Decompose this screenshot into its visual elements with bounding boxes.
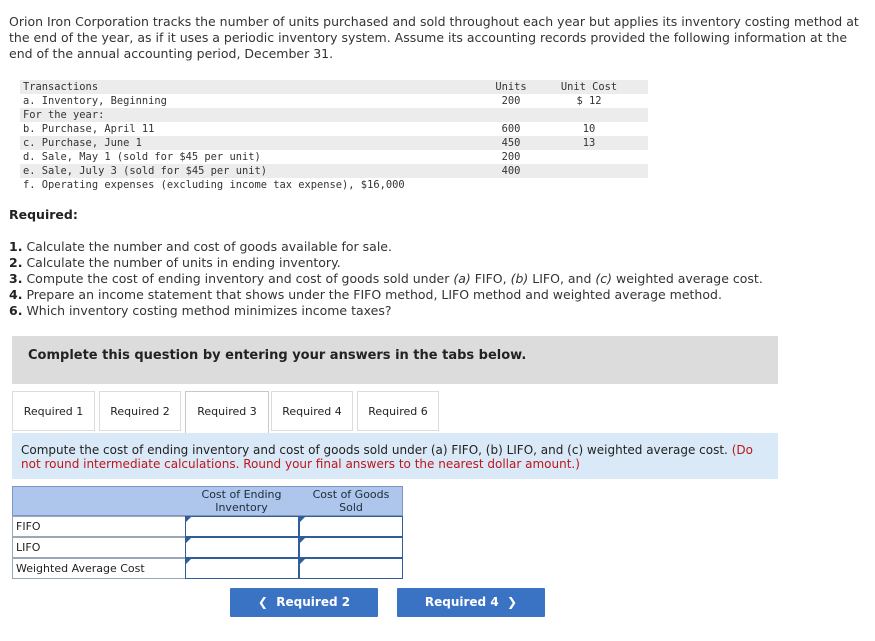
transaction-row: d. Sale, May 1 (sold for $45 per unit) 2… bbox=[20, 150, 648, 164]
transaction-units: 200 bbox=[501, 151, 521, 163]
col-cost-ending-inventory: Cost of Ending Inventory bbox=[201, 488, 282, 514]
row-label: Weighted Average Cost bbox=[16, 562, 145, 575]
tab-instruction: Compute the cost of ending inventory and… bbox=[21, 443, 773, 471]
transaction-row: f. Operating expenses (excluding income … bbox=[20, 178, 648, 192]
row-label: LIFO bbox=[16, 541, 41, 554]
transaction-cost: 10 bbox=[582, 123, 596, 135]
required-num: 3. bbox=[9, 271, 23, 286]
required-text: Compute the cost of ending inventory and… bbox=[26, 271, 454, 286]
required-item: 4. Prepare an income statement that show… bbox=[9, 287, 763, 303]
tab-required-6[interactable]: Required 6 bbox=[357, 391, 439, 431]
required-num: 2. bbox=[9, 255, 23, 270]
required-num: 6. bbox=[9, 303, 23, 318]
transaction-row: b. Purchase, April 11 600 10 bbox=[20, 122, 648, 136]
required-num: 1. bbox=[9, 239, 23, 254]
transaction-units: 400 bbox=[501, 165, 521, 177]
required-item: 2. Calculate the number of units in endi… bbox=[9, 255, 763, 271]
lifo-cogs-input[interactable] bbox=[299, 537, 403, 558]
lifo-ending-inventory-input[interactable] bbox=[185, 537, 299, 558]
col-cost-goods-sold: Cost of Goods Sold bbox=[312, 488, 390, 514]
transaction-desc: c. Purchase, June 1 bbox=[23, 137, 142, 149]
tab-required-2[interactable]: Required 2 bbox=[99, 391, 181, 431]
next-button[interactable]: Required 4 ❯ bbox=[397, 588, 545, 617]
required-text: Calculate the number and cost of goods a… bbox=[26, 239, 392, 254]
transaction-row: e. Sale, July 3 (sold for $45 per unit) … bbox=[20, 164, 648, 178]
next-button-label: Required 4 bbox=[424, 595, 499, 609]
weighted-cogs-input[interactable] bbox=[299, 558, 403, 579]
transactions-table: Transactions Units Unit Cost a. Inventor… bbox=[20, 80, 648, 192]
unit-cost-header: Unit Cost bbox=[560, 81, 618, 93]
row-label: FIFO bbox=[16, 520, 41, 533]
instructions-banner: Complete this question by entering your … bbox=[12, 336, 778, 384]
transaction-desc: f. Operating expenses (excluding income … bbox=[23, 179, 405, 191]
required-text: Prepare an income statement that shows u… bbox=[26, 287, 722, 302]
transaction-row: For the year: bbox=[20, 108, 648, 122]
required-list: 1. Calculate the number and cost of good… bbox=[9, 239, 763, 319]
transaction-row: c. Purchase, June 1 450 13 bbox=[20, 136, 648, 150]
required-text: Which inventory costing method minimizes… bbox=[26, 303, 392, 318]
transaction-cost: $ 12 bbox=[576, 95, 602, 107]
tab-instruction-box: Compute the cost of ending inventory and… bbox=[12, 433, 778, 479]
units-header: Units bbox=[495, 81, 527, 93]
required-item: 3. Compute the cost of ending inventory … bbox=[9, 271, 763, 287]
required-part-label: (a) bbox=[453, 271, 471, 286]
answer-row-lifo: LIFO bbox=[12, 537, 403, 558]
instruction-main: Compute the cost of ending inventory and… bbox=[21, 443, 728, 457]
transaction-cost: 13 bbox=[582, 137, 596, 149]
required-text: LIFO, and bbox=[528, 271, 596, 286]
required-part-label: (c) bbox=[595, 271, 613, 286]
tab-required-1[interactable]: Required 1 bbox=[12, 391, 95, 431]
transaction-row: a. Inventory, Beginning 200 $ 12 bbox=[20, 94, 648, 108]
required-heading: Required: bbox=[9, 207, 78, 222]
chevron-left-icon: ❮ bbox=[257, 595, 268, 609]
problem-intro: Orion Iron Corporation tracks the number… bbox=[9, 14, 859, 61]
fifo-cogs-input[interactable] bbox=[299, 516, 403, 537]
required-text: FIFO, bbox=[470, 271, 511, 286]
required-item: 1. Calculate the number and cost of good… bbox=[9, 239, 763, 255]
transaction-units: 450 bbox=[501, 137, 521, 149]
transaction-desc: a. Inventory, Beginning bbox=[23, 95, 167, 107]
transaction-units: 200 bbox=[501, 95, 521, 107]
fifo-ending-inventory-input[interactable] bbox=[185, 516, 299, 537]
weighted-ending-inventory-input[interactable] bbox=[185, 558, 299, 579]
answer-row-weighted-average: Weighted Average Cost bbox=[12, 558, 403, 579]
answer-table-header: Cost of Ending Inventory Cost of Goods S… bbox=[12, 486, 403, 516]
transaction-desc: For the year: bbox=[23, 109, 105, 121]
answer-row-fifo: FIFO bbox=[12, 516, 403, 537]
chevron-right-icon: ❯ bbox=[507, 595, 518, 609]
required-item: 6. Which inventory costing method minimi… bbox=[9, 303, 763, 319]
prev-button[interactable]: ❮ Required 2 bbox=[230, 588, 378, 617]
prev-button-label: Required 2 bbox=[276, 595, 351, 609]
required-text: weighted average cost. bbox=[612, 271, 763, 286]
transactions-header: Transactions Units Unit Cost bbox=[20, 80, 648, 94]
transaction-desc: d. Sale, May 1 (sold for $45 per unit) bbox=[23, 151, 261, 163]
transactions-header-desc: Transactions bbox=[23, 81, 99, 93]
tab-required-3[interactable]: Required 3 bbox=[185, 391, 269, 434]
required-part-label: (b) bbox=[510, 271, 529, 286]
banner-text: Complete this question by entering your … bbox=[28, 348, 527, 363]
transaction-units: 600 bbox=[501, 123, 521, 135]
transaction-desc: b. Purchase, April 11 bbox=[23, 123, 155, 135]
transaction-desc: e. Sale, July 3 (sold for $45 per unit) bbox=[23, 165, 267, 177]
required-num: 4. bbox=[9, 287, 23, 302]
tab-required-4[interactable]: Required 4 bbox=[271, 391, 353, 431]
required-text: Calculate the number of units in ending … bbox=[26, 255, 341, 270]
